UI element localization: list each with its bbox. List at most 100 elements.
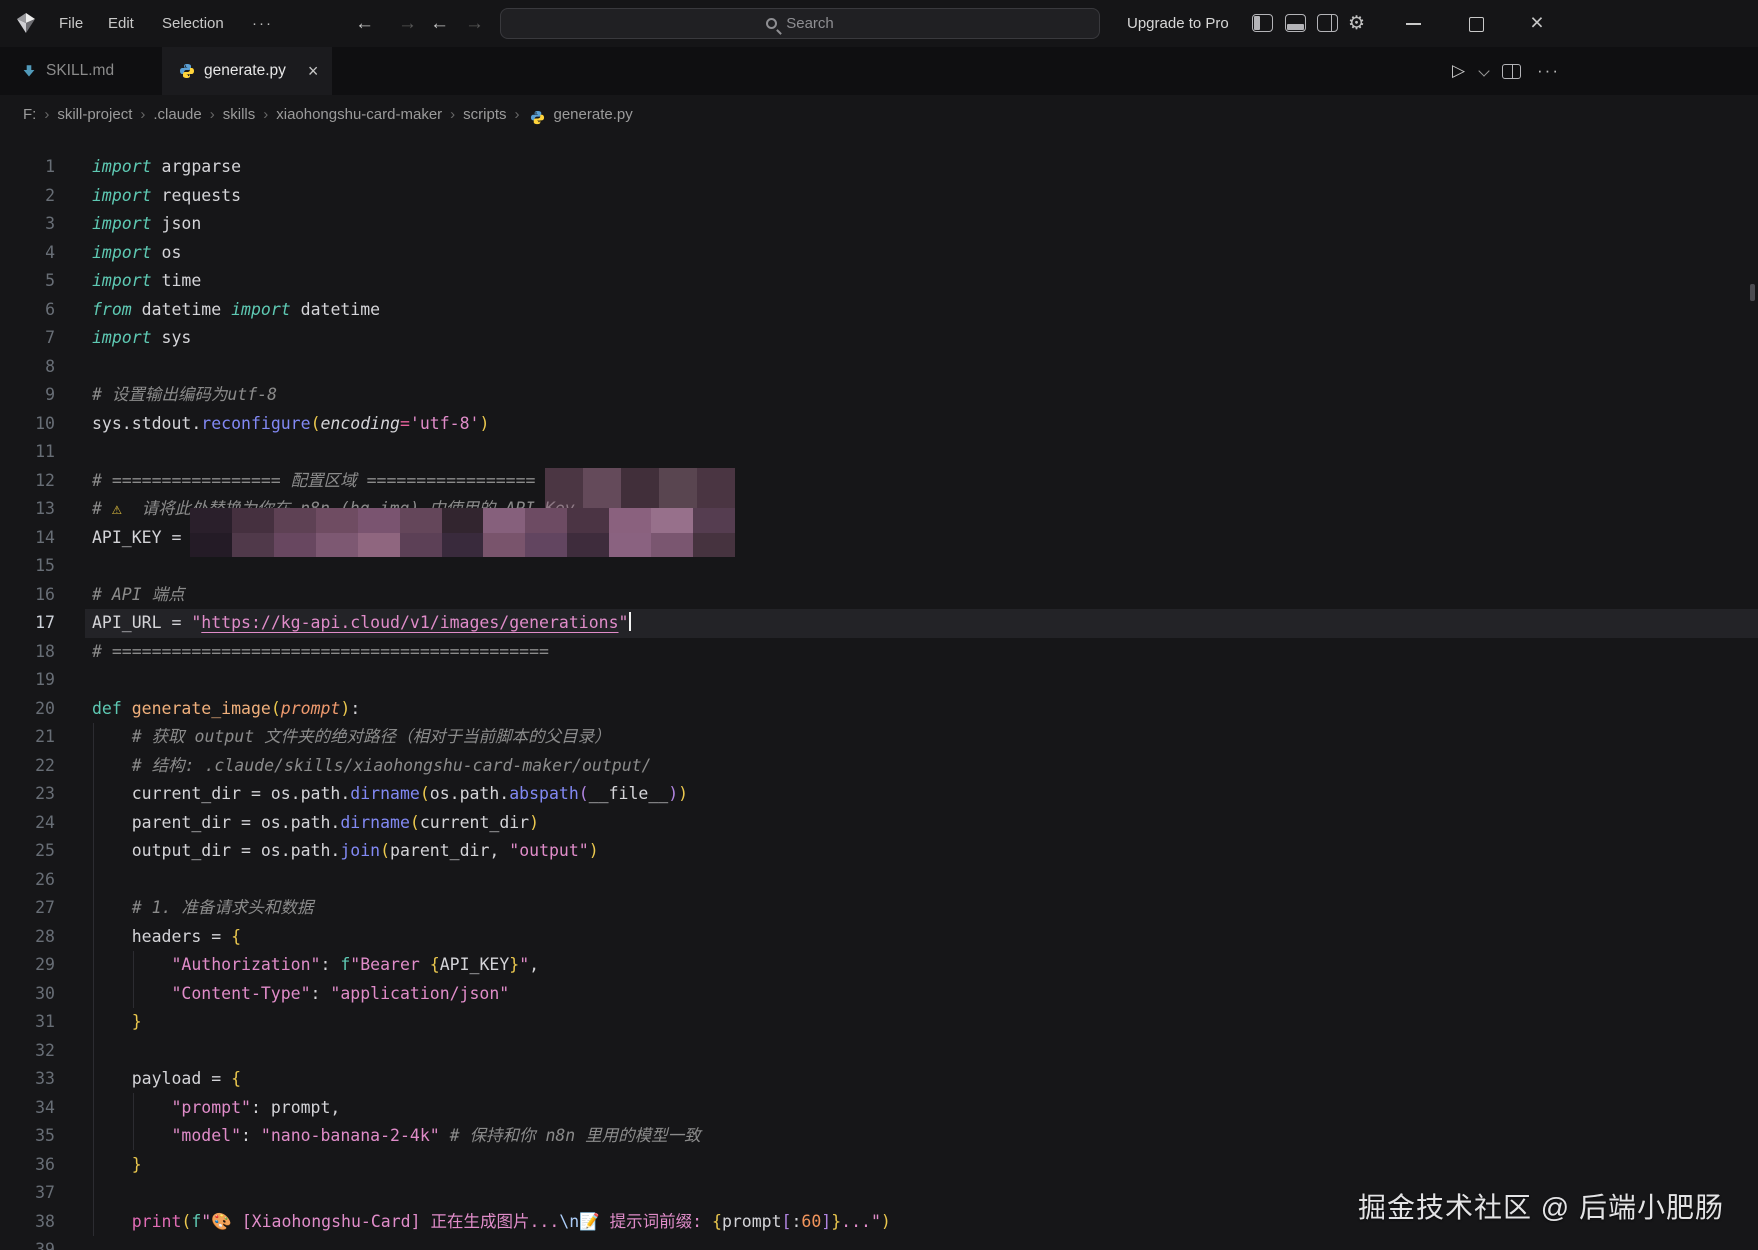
breadcrumb-item[interactable]: .claude xyxy=(151,106,203,123)
line-number: 31 xyxy=(35,1012,55,1031)
breadcrumb-item[interactable]: scripts xyxy=(461,106,508,123)
toggle-sidebar-right-icon[interactable] xyxy=(1317,14,1338,32)
line-number: 27 xyxy=(35,898,55,917)
line-number: 39 xyxy=(35,1240,55,1250)
code-line-39: 39 xyxy=(0,1236,1758,1250)
window-minimize-button[interactable] xyxy=(1396,0,1430,47)
line-number: 32 xyxy=(35,1040,55,1060)
line-number: 30 xyxy=(35,983,55,1003)
breadcrumb-separator-icon: › xyxy=(140,106,146,123)
app-window: File Edit Selection ··· ← → ← → Search U… xyxy=(0,0,1758,1250)
code-line-12: 12 # ================= 配置区域 =============… xyxy=(0,467,1758,496)
line-number: 2 xyxy=(45,185,55,205)
menu-file[interactable]: File xyxy=(55,0,87,47)
breadcrumb-separator-icon: › xyxy=(44,106,50,123)
code-line-17: 17 API_URL = "https://kg-api.cloud/v1/ima… xyxy=(0,609,1758,638)
tab-generate-py[interactable]: generate.py × xyxy=(162,47,332,95)
line-number: 36 xyxy=(35,1154,55,1174)
watermark-text: 掘金技术社区 @ 后端小肥肠 xyxy=(1358,1192,1724,1223)
redaction-blocks xyxy=(190,533,735,557)
code-line-32: 32 xyxy=(0,1037,1758,1066)
toggle-sidebar-left-icon[interactable] xyxy=(1252,14,1273,32)
code-line-5: 5 import time xyxy=(0,267,1758,296)
code-line-18: 18 # ====================================… xyxy=(0,638,1758,667)
code-line-22: 22 # 结构: .claude/skills/xiaohongshu-card… xyxy=(0,752,1758,781)
code-line-31: 31 } xyxy=(0,1008,1758,1037)
code-line-19: 19 xyxy=(0,666,1758,695)
code-line-23: 23 current_dir = os.path.dirname(os.path… xyxy=(0,780,1758,809)
app-logo-icon[interactable] xyxy=(14,11,38,35)
history-back-icon[interactable]: ← xyxy=(430,0,449,47)
run-button-icon[interactable]: ▷ xyxy=(1452,47,1465,95)
titlebar: File Edit Selection ··· ← → ← → Search U… xyxy=(0,0,1758,47)
line-number: 29 xyxy=(35,955,55,974)
breadcrumb-separator-icon: › xyxy=(514,106,520,123)
code-line-28: 28 headers = { xyxy=(0,923,1758,952)
line-number: 20 xyxy=(35,698,55,718)
line-number: 12 xyxy=(35,470,55,490)
redaction-blocks xyxy=(190,508,735,533)
line-number: 25 xyxy=(35,841,55,860)
line-number: 22 xyxy=(35,755,55,775)
code-line-21: 21 # 获取 output 文件夹的绝对路径（相对于当前脚本的父目录） xyxy=(0,723,1758,752)
split-editor-icon[interactable] xyxy=(1502,64,1521,79)
tab-label: generate.py xyxy=(204,62,286,79)
line-number: 11 xyxy=(35,442,55,461)
toggle-panel-bottom-icon[interactable] xyxy=(1285,14,1306,32)
line-number: 37 xyxy=(35,1183,55,1202)
line-number: 38 xyxy=(35,1211,55,1231)
line-number: 13 xyxy=(35,499,55,518)
line-number: 23 xyxy=(35,784,55,803)
menu-edit[interactable]: Edit xyxy=(104,0,138,47)
code-line-4: 4 import os xyxy=(0,239,1758,268)
redaction-blocks xyxy=(545,468,735,508)
code-editor[interactable]: 1 import argparse 2 import requests 3 import … xyxy=(0,134,1758,1250)
editor-more-actions-icon[interactable]: ··· xyxy=(1537,47,1560,95)
line-number: 8 xyxy=(45,356,55,376)
history-forward-icon[interactable]: → xyxy=(465,0,484,47)
menu-selection[interactable]: Selection xyxy=(158,0,228,47)
breadcrumb-item[interactable]: skill-project xyxy=(55,106,134,123)
line-number: 1 xyxy=(45,157,55,176)
settings-gear-icon[interactable]: ⚙ xyxy=(1348,0,1365,47)
breadcrumb-separator-icon: › xyxy=(263,106,269,123)
code-line-11: 11 xyxy=(0,438,1758,467)
upgrade-to-pro-button[interactable]: Upgrade to Pro xyxy=(1127,0,1229,47)
code-lines: 1 import argparse 2 import requests 3 import … xyxy=(0,153,1758,1250)
breadcrumb-item[interactable]: xiaohongshu-card-maker xyxy=(274,106,444,123)
window-close-button[interactable]: × xyxy=(1520,0,1554,47)
code-line-1: 1 import argparse xyxy=(0,153,1758,182)
nav-back-icon[interactable]: ← xyxy=(355,0,374,47)
line-number: 15 xyxy=(35,556,55,575)
breadcrumb: F: › skill-project › .claude › skills › xiaohong… xyxy=(0,95,1758,134)
run-dropdown-chevron-icon[interactable] xyxy=(1478,65,1490,77)
line-number: 4 xyxy=(45,242,55,262)
code-line-33: 33 payload = { xyxy=(0,1065,1758,1094)
vertical-scrollbar[interactable] xyxy=(1750,284,1755,301)
search-input[interactable]: Search xyxy=(500,8,1100,39)
code-line-10: 10 sys.stdout.reconfigure(encoding='utf-8… xyxy=(0,410,1758,439)
breadcrumb-item[interactable]: F: xyxy=(21,106,38,123)
breadcrumb-item[interactable]: skills xyxy=(221,106,258,123)
tab-skill-md[interactable]: SKILL.md xyxy=(0,47,162,95)
window-maximize-button[interactable] xyxy=(1458,0,1492,47)
code-line-7: 7 import sys xyxy=(0,324,1758,353)
breadcrumb-separator-icon: › xyxy=(209,106,215,123)
menu-more-icon[interactable]: ··· xyxy=(248,0,277,47)
close-tab-icon[interactable]: × xyxy=(308,62,319,80)
text-cursor xyxy=(629,612,632,631)
code-line-2: 2 import requests xyxy=(0,182,1758,211)
code-line-29: 29 "Authorization": f"Bearer {API_KEY}", xyxy=(0,951,1758,980)
search-placeholder: Search xyxy=(786,15,834,32)
code-line-9: 9 # 设置输出编码为utf-8 xyxy=(0,381,1758,410)
nav-forward-icon[interactable]: → xyxy=(398,0,417,47)
tab-label: SKILL.md xyxy=(46,62,115,79)
breadcrumb-item[interactable]: generate.py xyxy=(552,106,635,123)
python-icon xyxy=(530,110,546,126)
code-line-6: 6 from datetime import datetime xyxy=(0,296,1758,325)
line-number: 33 xyxy=(35,1069,55,1088)
line-number: 19 xyxy=(35,670,55,689)
tabbar: SKILL.md generate.py × ▷ ··· xyxy=(0,47,1758,95)
code-line-36: 36 } xyxy=(0,1151,1758,1180)
line-number: 16 xyxy=(35,584,55,604)
